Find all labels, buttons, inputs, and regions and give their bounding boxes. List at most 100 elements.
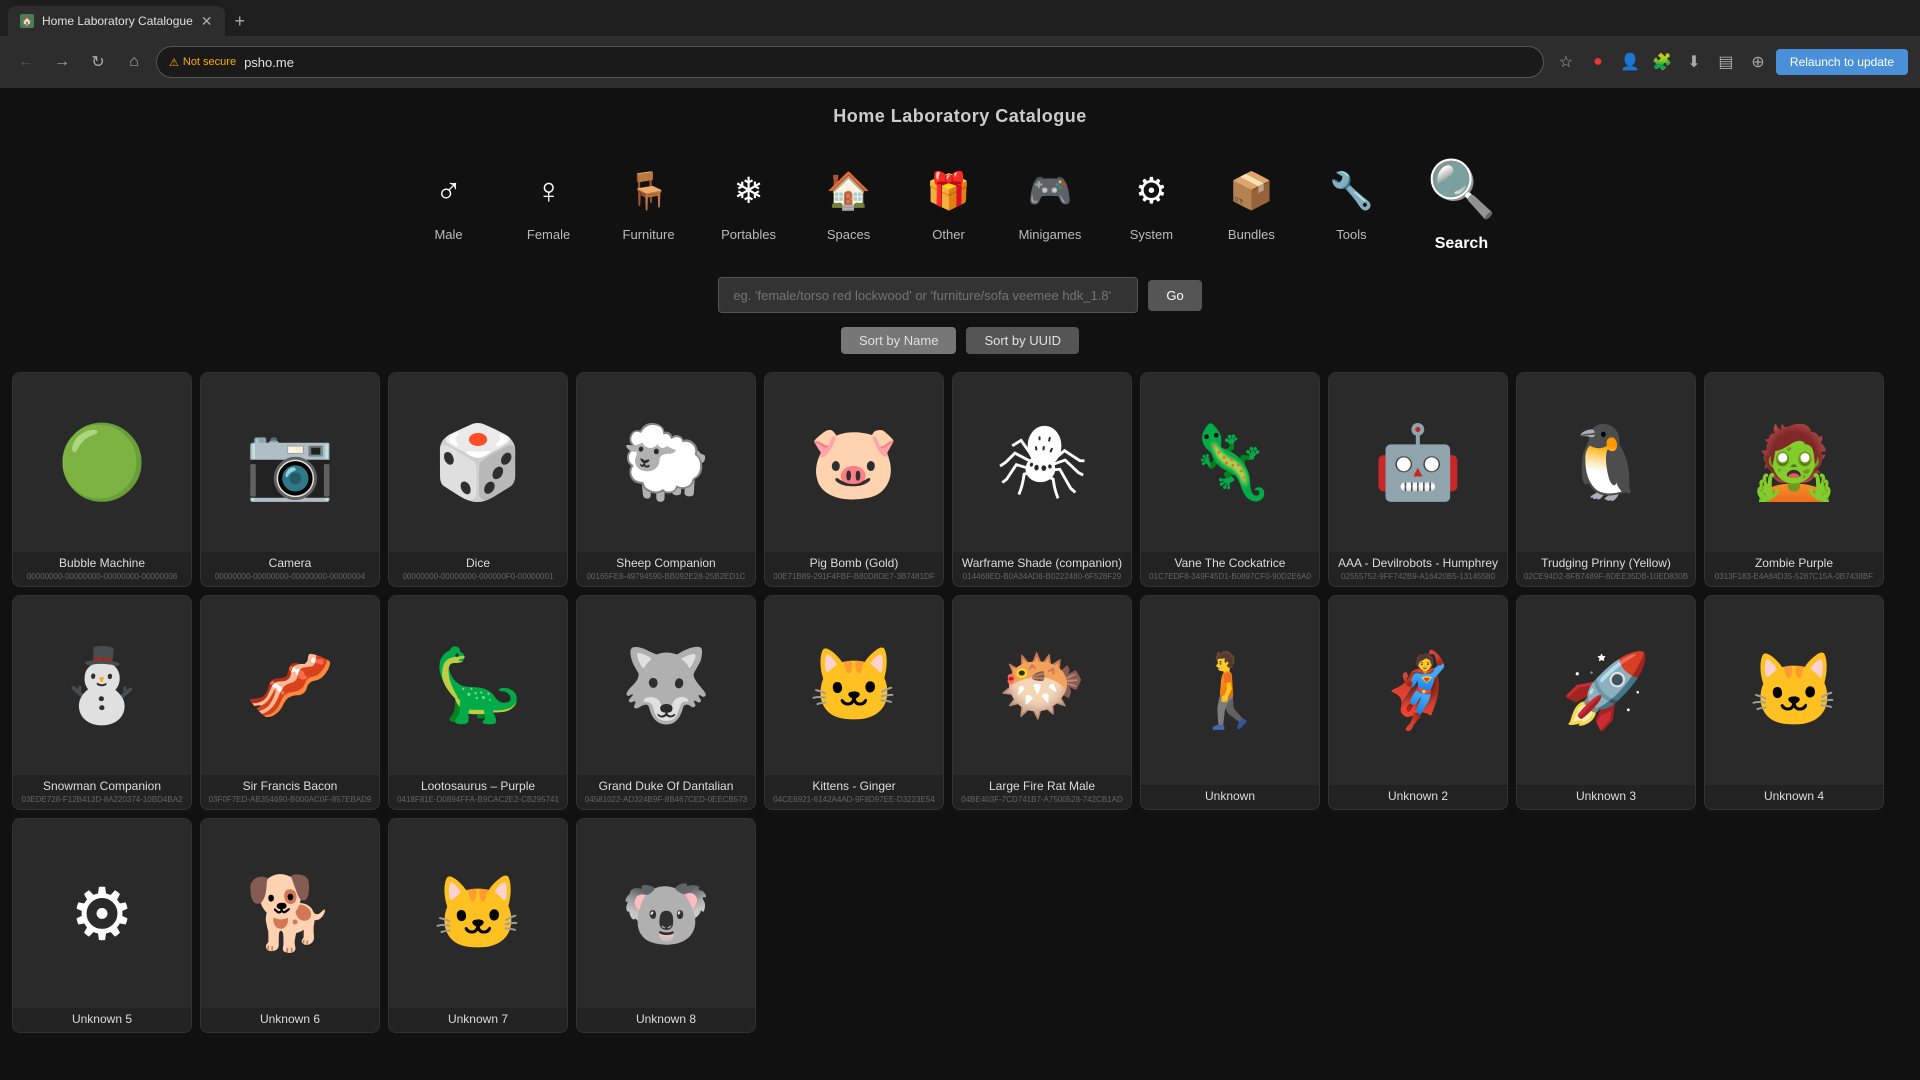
- item-image: 🐱: [389, 819, 567, 1008]
- sort-by-uuid-button[interactable]: Sort by UUID: [966, 327, 1079, 354]
- category-item-other[interactable]: 🎁 Other: [919, 161, 979, 242]
- tab-close-button[interactable]: ✕: [201, 13, 213, 30]
- new-tab-button[interactable]: +: [227, 6, 254, 36]
- bundles-icon: 📦: [1221, 161, 1281, 221]
- item-card[interactable]: 🟢 Bubble Machine 00000000-00000000-00000…: [12, 372, 192, 587]
- item-card[interactable]: 🐑 Sheep Companion 00165FE8-49794590-BB09…: [576, 372, 756, 587]
- nav-bar: ← → ↻ ⌂ ⚠ Not secure psho.me ☆ ● 👤 🧩 ⬇ ▤…: [0, 36, 1920, 88]
- item-uuid: 04581022-AD324B9F-8B467CED-0EECB573: [581, 794, 751, 809]
- item-name: Sheep Companion: [610, 552, 721, 571]
- category-item-portables[interactable]: ❄ Portables: [719, 161, 779, 242]
- red-circle-button[interactable]: ●: [1584, 48, 1612, 76]
- items-grid: 🟢 Bubble Machine 00000000-00000000-00000…: [0, 368, 1920, 1037]
- item-uuid: [662, 1027, 670, 1032]
- item-card[interactable]: 🐷 Pig Bomb (Gold) 00E71B89-291F4FBF-B80D…: [764, 372, 944, 587]
- account-button[interactable]: 👤: [1616, 48, 1644, 76]
- item-card[interactable]: ⛄ Snowman Companion 03EDE728-F12B413D-8A…: [12, 595, 192, 810]
- item-name: Trudging Prinny (Yellow): [1535, 552, 1677, 571]
- item-name: Grand Duke Of Dantalian: [593, 775, 740, 794]
- go-button[interactable]: Go: [1148, 280, 1201, 311]
- item-card[interactable]: 🐺 Grand Duke Of Dantalian 04581022-AD324…: [576, 595, 756, 810]
- item-name: Unknown 5: [66, 1008, 138, 1027]
- other-label: Other: [932, 227, 965, 242]
- item-image: 🐱: [765, 596, 943, 775]
- category-item-system[interactable]: ⚙ System: [1121, 161, 1181, 242]
- item-card[interactable]: 🎲 Dice 00000000-00000000-000000F0-000000…: [388, 372, 568, 587]
- search-bar-row: Go: [718, 277, 1201, 313]
- bookmark-button[interactable]: ☆: [1552, 48, 1580, 76]
- item-uuid: 00000000-00000000-00000000-00000008: [23, 571, 181, 586]
- category-item-spaces[interactable]: 🏠 Spaces: [819, 161, 879, 242]
- female-icon: ♀: [519, 161, 579, 221]
- item-card[interactable]: 🥓 Sir Francis Bacon 03F0F7ED-AB354690-B0…: [200, 595, 380, 810]
- furniture-label: Furniture: [623, 227, 675, 242]
- item-card[interactable]: 🦎 Vane The Cockatrice 01C7EDF8-349F45D1-…: [1140, 372, 1320, 587]
- category-item-furniture[interactable]: 🪑 Furniture: [619, 161, 679, 242]
- category-item-female[interactable]: ♀ Female: [519, 161, 579, 242]
- forward-button[interactable]: →: [48, 48, 76, 76]
- item-name: Lootosaurus – Purple: [415, 775, 541, 794]
- item-image: 🐨: [577, 819, 755, 1008]
- item-card[interactable]: 🦸 Unknown 2: [1328, 595, 1508, 810]
- url-text: psho.me: [244, 55, 294, 70]
- item-card[interactable]: 🚀 Unknown 3: [1516, 595, 1696, 810]
- item-card[interactable]: 🐕 Unknown 6: [200, 818, 380, 1033]
- furniture-icon: 🪑: [619, 161, 679, 221]
- home-button[interactable]: ⌂: [120, 48, 148, 76]
- item-card[interactable]: ⚙ Unknown 5: [12, 818, 192, 1033]
- item-card[interactable]: 📷 Camera 00000000-00000000-00000000-0000…: [200, 372, 380, 587]
- category-item-search[interactable]: 🔍 Search: [1421, 149, 1501, 253]
- sort-by-name-button[interactable]: Sort by Name: [841, 327, 956, 354]
- item-card[interactable]: 🐧 Trudging Prinny (Yellow) 02CE94D2-8FB7…: [1516, 372, 1696, 587]
- item-card[interactable]: 🐨 Unknown 8: [576, 818, 756, 1033]
- extensions-button[interactable]: 🧩: [1648, 48, 1676, 76]
- item-card[interactable]: 🤖 AAA - Devilrobots - Humphrey 02555752-…: [1328, 372, 1508, 587]
- item-image: 🐷: [765, 373, 943, 552]
- item-uuid: [1414, 804, 1422, 809]
- item-uuid: 00165FE8-49794590-BB092E28-25B2ED1C: [583, 571, 750, 586]
- item-card[interactable]: 🚶 Unknown: [1140, 595, 1320, 810]
- spaces-label: Spaces: [827, 227, 870, 242]
- relaunch-button[interactable]: Relaunch to update: [1776, 49, 1908, 75]
- item-image: 🕷: [953, 373, 1131, 552]
- item-card[interactable]: 🐡 Large Fire Rat Male 04BE403F-7CD741B7-…: [952, 595, 1132, 810]
- item-card[interactable]: 🧟 Zombie Purple 0313F183-E4A84D35-5287C1…: [1704, 372, 1884, 587]
- category-item-minigames[interactable]: 🎮 Minigames: [1019, 161, 1082, 242]
- item-name: Pig Bomb (Gold): [804, 552, 905, 571]
- tools-label: Tools: [1336, 227, 1366, 242]
- item-image: 🧟: [1705, 373, 1883, 552]
- portables-label: Portables: [721, 227, 776, 242]
- item-image: 🐕: [201, 819, 379, 1008]
- system-label: System: [1130, 227, 1173, 242]
- address-bar[interactable]: ⚠ Not secure psho.me: [156, 46, 1544, 78]
- item-card[interactable]: 🦕 Lootosaurus – Purple 0418F81E-D0894FFA…: [388, 595, 568, 810]
- page-content: Home Laboratory Catalogue ♂ Male ♀ Femal…: [0, 88, 1920, 1080]
- extra-button[interactable]: ⊕: [1744, 48, 1772, 76]
- item-uuid: 02CE94D2-8FB7489F-8DEE35DB-10ED830B: [1520, 571, 1692, 586]
- download-button[interactable]: ⬇: [1680, 48, 1708, 76]
- category-item-male[interactable]: ♂ Male: [419, 161, 479, 242]
- back-button[interactable]: ←: [12, 48, 40, 76]
- item-uuid: [286, 1027, 294, 1032]
- item-uuid: 03F0F7ED-AB354690-B000AC0F-857EBAD9: [205, 794, 376, 809]
- active-tab[interactable]: 🏠 Home Laboratory Catalogue ✕: [8, 6, 225, 36]
- reload-button[interactable]: ↻: [84, 48, 112, 76]
- item-uuid: 0418F81E-D0894FFA-B9CAC2E2-CB295741: [393, 794, 563, 809]
- category-item-tools[interactable]: 🔧 Tools: [1321, 161, 1381, 242]
- item-image: ⛄: [13, 596, 191, 775]
- nav-actions: ☆ ● 👤 🧩 ⬇ ▤ ⊕ Relaunch to update: [1552, 48, 1908, 76]
- item-image: 🐺: [577, 596, 755, 775]
- item-card[interactable]: 🐱 Kittens - Ginger 04CE6921-6142A4AD-9F8…: [764, 595, 944, 810]
- not-secure-indicator: ⚠ Not secure: [169, 56, 236, 69]
- category-item-bundles[interactable]: 📦 Bundles: [1221, 161, 1281, 242]
- item-name: Dice: [460, 552, 496, 571]
- item-card[interactable]: 🐱 Unknown 7: [388, 818, 568, 1033]
- search-input[interactable]: [718, 277, 1138, 313]
- item-name: Warframe Shade (companion): [956, 552, 1128, 571]
- item-card[interactable]: 🐱 Unknown 4: [1704, 595, 1884, 810]
- spaces-icon: 🏠: [819, 161, 879, 221]
- item-card[interactable]: 🕷 Warframe Shade (companion) 014468ED-B0…: [952, 372, 1132, 587]
- items-grid-container[interactable]: 🟢 Bubble Machine 00000000-00000000-00000…: [0, 368, 1920, 1037]
- profile-button[interactable]: ▤: [1712, 48, 1740, 76]
- item-uuid: 014468ED-B0A34AD8-B0222480-6F528F29: [959, 571, 1125, 586]
